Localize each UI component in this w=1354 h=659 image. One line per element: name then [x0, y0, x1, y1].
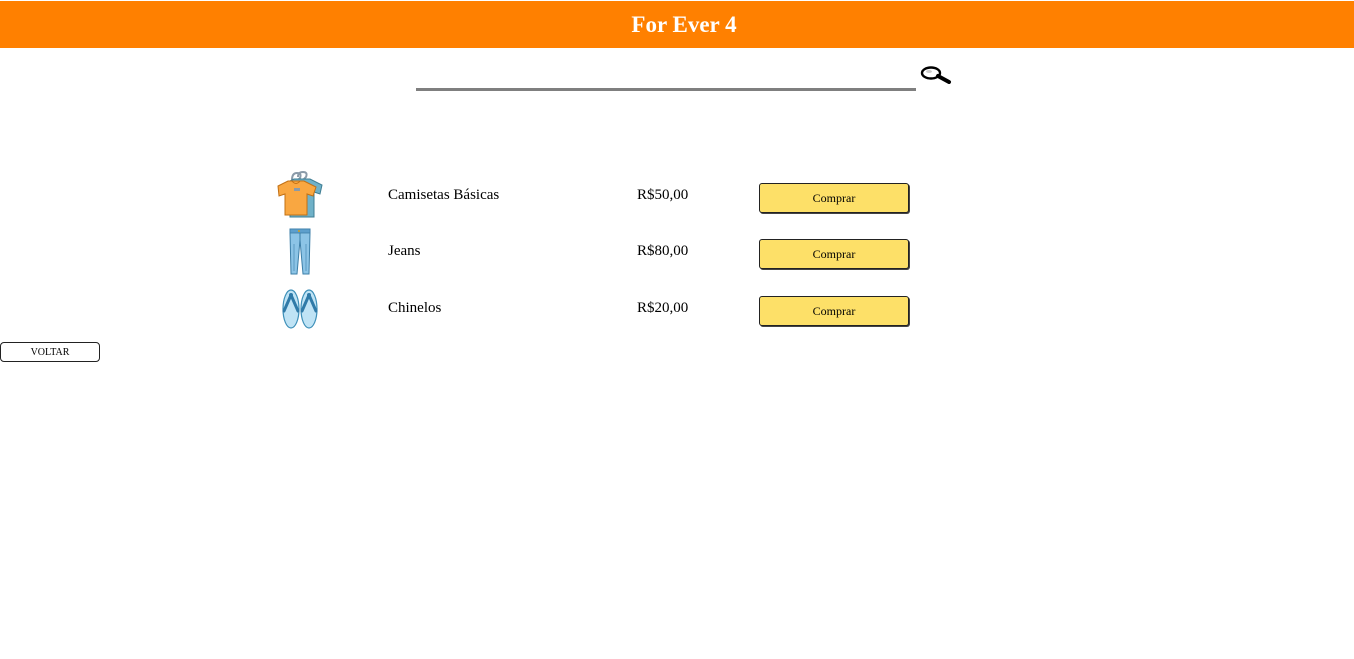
buy-button-camisetas[interactable]: Comprar	[759, 183, 909, 213]
product-row: Chinelos R$20,00 Comprar	[270, 283, 930, 333]
product-price: R$80,00	[637, 243, 689, 259]
header-bar: For Ever 4	[0, 1, 1354, 48]
buy-button-chinelos[interactable]: Comprar	[759, 296, 909, 326]
flip-flops-icon	[282, 289, 318, 329]
tshirt-icon	[277, 170, 323, 218]
product-name: Camisetas Básicas	[388, 187, 500, 203]
page-title: For Ever 4	[631, 11, 737, 37]
search-bar	[416, 62, 956, 94]
product-price: R$50,00	[637, 187, 689, 203]
magnifier-icon[interactable]	[920, 66, 952, 84]
product-name: Chinelos	[388, 300, 442, 316]
product-price: R$20,00	[637, 300, 689, 316]
product-row: Jeans R$80,00 Comprar	[270, 226, 930, 276]
buy-button-jeans[interactable]: Comprar	[759, 239, 909, 269]
jeans-icon	[289, 228, 311, 275]
product-row: Camisetas Básicas R$50,00 Comprar	[270, 170, 930, 220]
back-button[interactable]: VOLTAR	[0, 342, 100, 362]
search-input[interactable]	[416, 62, 916, 91]
product-name: Jeans	[388, 243, 421, 259]
